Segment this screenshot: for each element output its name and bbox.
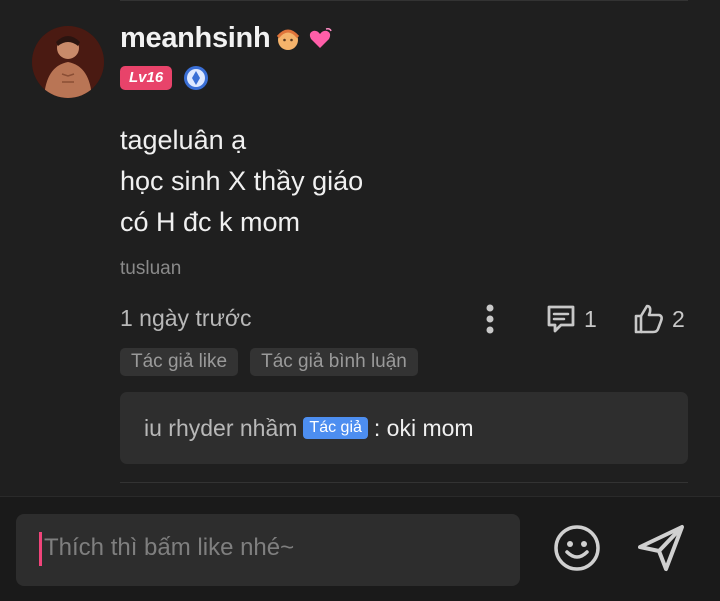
author-commented-chip: Tác giả bình luận bbox=[250, 348, 418, 376]
comment-input[interactable]: Thích thì bấm like nhé~ bbox=[16, 514, 520, 586]
reply-button[interactable]: 1 bbox=[544, 302, 597, 336]
like-button[interactable]: 2 bbox=[632, 302, 685, 336]
comment-content: tageluân ạ học sinh X thầy giáo có H đc … bbox=[120, 120, 363, 243]
send-icon[interactable] bbox=[634, 521, 688, 575]
input-placeholder: Thích thì bấm like nhé~ bbox=[44, 534, 295, 561]
like-count: 2 bbox=[672, 305, 685, 332]
comment-meta-row: 1 ngày trước 1 2 bbox=[120, 302, 690, 336]
comment-tag[interactable]: tusluan bbox=[120, 258, 181, 280]
comment-icon bbox=[547, 305, 575, 333]
content-line: học sinh X thầy giáo bbox=[120, 166, 364, 196]
reply-preview[interactable]: iu rhyder nhầm Tác giả : oki mom bbox=[120, 392, 688, 464]
timestamp: 1 ngày trước bbox=[120, 305, 252, 331]
reply-line: iu rhyder nhầm Tác giả : oki mom bbox=[144, 415, 474, 442]
comment-count: 1 bbox=[584, 305, 597, 332]
author-badge: Tác giả bbox=[303, 417, 368, 439]
person-gesture-icon bbox=[277, 29, 300, 50]
heart-icon bbox=[310, 27, 333, 48]
avatar[interactable] bbox=[32, 26, 104, 98]
emoji-icon[interactable] bbox=[552, 523, 602, 573]
user-badges: Lv16 bbox=[120, 64, 210, 92]
content-line: tageluân ạ bbox=[120, 125, 247, 155]
comment-input-bar: Thích thì bấm like nhé~ bbox=[0, 496, 720, 601]
author-liked-chip: Tác giả like bbox=[120, 348, 239, 376]
more-options-icon[interactable] bbox=[478, 302, 502, 336]
author-interaction-chips: Tác giả like Tác giả bình luận bbox=[120, 348, 418, 376]
level-badge: Lv16 bbox=[120, 66, 173, 90]
username-row: meanhsinh bbox=[120, 22, 334, 55]
divider bbox=[120, 482, 688, 483]
top-divider bbox=[120, 0, 688, 1]
username[interactable]: meanhsinh bbox=[120, 22, 271, 55]
reply-author[interactable]: iu rhyder nhầm bbox=[144, 415, 297, 442]
avatar-image bbox=[32, 26, 104, 98]
thumbs-up-icon bbox=[634, 304, 663, 334]
text-caret bbox=[39, 532, 42, 566]
content-line: có H đc k mom bbox=[120, 207, 301, 237]
verified-badge-icon bbox=[184, 66, 209, 90]
reply-text: : oki mom bbox=[373, 414, 474, 441]
